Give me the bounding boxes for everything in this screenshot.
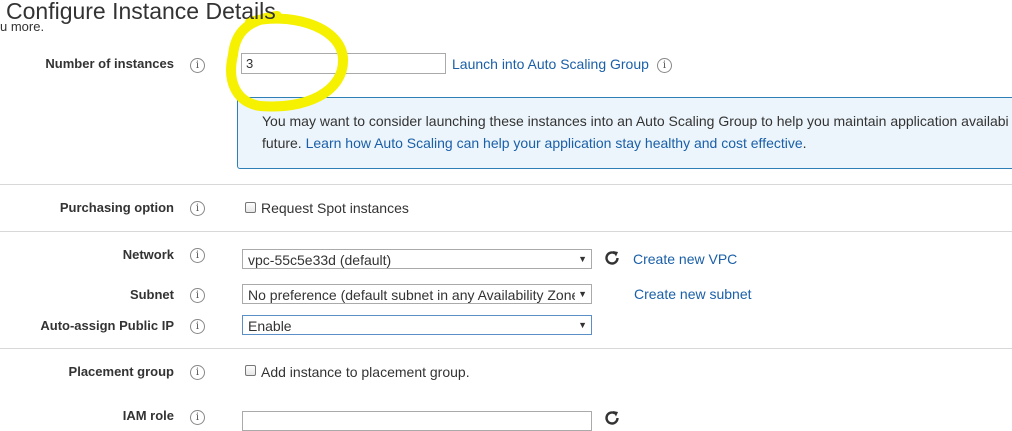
network-select-value: vpc-55c5e33d (default) xyxy=(248,252,392,268)
spot-instances-checkbox[interactable] xyxy=(245,202,256,213)
iam-role-select[interactable] xyxy=(242,411,592,431)
public-ip-select[interactable]: Enable ▼ xyxy=(242,315,592,335)
subnet-select[interactable]: No preference (default subnet in any Ava… xyxy=(242,284,592,304)
public-ip-select-value: Enable xyxy=(248,318,292,334)
divider xyxy=(0,348,1012,349)
create-new-subnet-link[interactable]: Create new subnet xyxy=(634,286,752,302)
info-text-line2: future. Learn how Auto Scaling can help … xyxy=(262,135,807,151)
placement-group-checkbox[interactable] xyxy=(245,365,256,376)
subnet-select-value: No preference (default subnet in any Ava… xyxy=(248,287,575,303)
info-icon[interactable]: i xyxy=(190,319,205,334)
info-text-line1: You may want to consider launching these… xyxy=(262,113,1009,129)
yellow-highlight-circle xyxy=(226,11,349,112)
auto-assign-public-ip-label: Auto-assign Public IP xyxy=(40,318,174,333)
divider xyxy=(0,184,1012,185)
network-select[interactable]: vpc-55c5e33d (default) ▼ xyxy=(242,249,592,269)
info-icon[interactable]: i xyxy=(190,58,205,73)
placement-group-label: Placement group xyxy=(68,364,174,379)
divider xyxy=(0,231,1012,232)
info-icon[interactable]: i xyxy=(657,58,672,73)
number-of-instances-label: Number of instances xyxy=(45,56,174,71)
info-icon[interactable]: i xyxy=(190,201,205,216)
purchasing-option-label: Purchasing option xyxy=(59,200,174,215)
iam-role-label: IAM role xyxy=(122,408,174,423)
refresh-icon[interactable] xyxy=(603,409,621,427)
network-label: Network xyxy=(122,247,174,262)
dropdown-arrow-icon: ▼ xyxy=(578,320,587,330)
learn-auto-scaling-link[interactable]: Learn how Auto Scaling can help your app… xyxy=(306,135,803,151)
subnet-label: Subnet xyxy=(129,287,174,302)
create-new-vpc-link[interactable]: Create new VPC xyxy=(633,251,737,267)
launch-asg-link[interactable]: Launch into Auto Scaling Group xyxy=(452,56,649,72)
asg-info-text: You may want to consider launching these… xyxy=(262,110,1012,154)
spot-instances-label: Request Spot instances xyxy=(261,200,409,216)
info-icon[interactable]: i xyxy=(190,248,205,263)
info-icon[interactable]: i xyxy=(190,410,205,425)
refresh-icon[interactable] xyxy=(603,249,621,267)
info-icon[interactable]: i xyxy=(190,288,205,303)
info-icon[interactable]: i xyxy=(190,365,205,380)
page-title: Configure Instance Details xyxy=(6,0,276,24)
placement-group-checkbox-label: Add instance to placement group. xyxy=(261,364,470,380)
dropdown-arrow-icon: ▼ xyxy=(578,289,587,299)
dropdown-arrow-icon: ▼ xyxy=(578,254,587,264)
